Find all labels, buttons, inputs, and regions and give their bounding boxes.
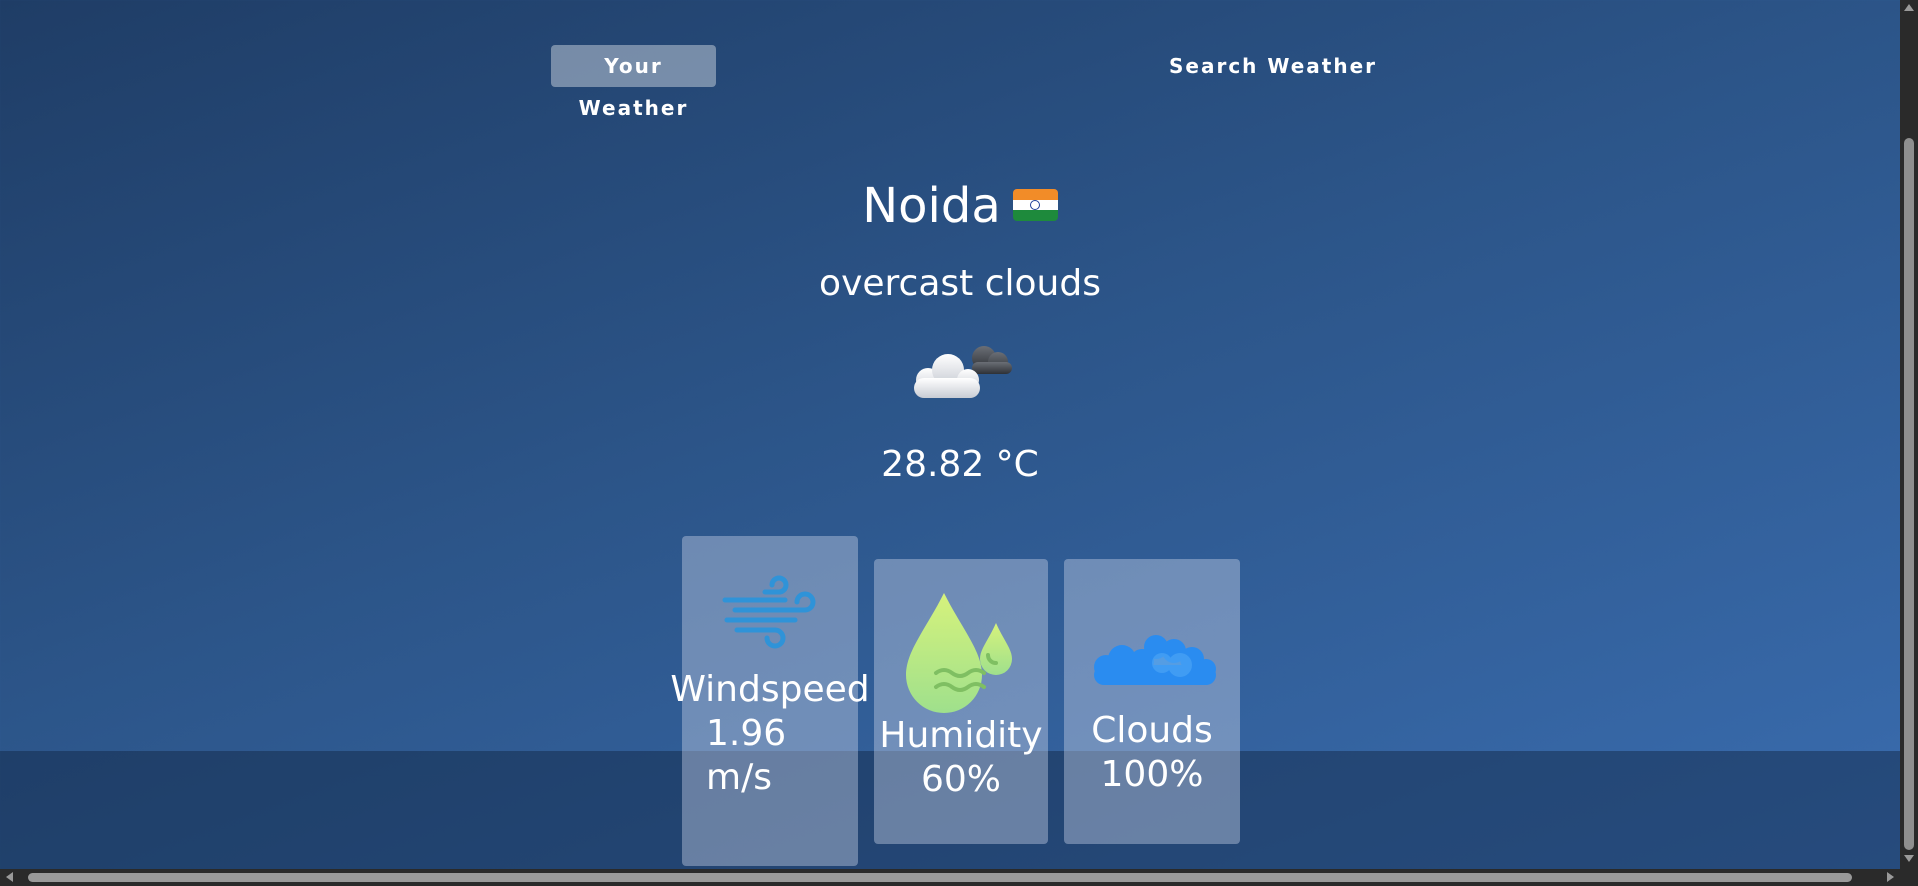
clouds-icon (1094, 635, 1216, 685)
city-heading: Noida (0, 178, 1918, 234)
horizontal-scroll-thumb[interactable] (28, 873, 1852, 882)
tab-bar: Your Weather Search Weather (0, 45, 1900, 120)
tab-your-weather[interactable]: Your Weather (551, 45, 716, 120)
humidity-icon (906, 593, 1012, 713)
tab-search-weather[interactable]: Search Weather (1157, 45, 1389, 87)
scroll-left-arrow[interactable] (6, 872, 13, 882)
humidity-card: Humidity 60% (874, 559, 1048, 844)
clouds-value: 100% (1100, 754, 1204, 795)
scroll-up-arrow[interactable] (1904, 4, 1914, 11)
cloud-icon (914, 346, 1012, 398)
vertical-scroll-thumb[interactable] (1904, 138, 1914, 850)
scroll-right-arrow[interactable] (1887, 872, 1894, 882)
vertical-scrollbar[interactable] (1900, 0, 1918, 869)
windspeed-unit: m/s (706, 757, 772, 798)
scroll-down-arrow[interactable] (1904, 855, 1914, 862)
weather-description: overcast clouds (819, 263, 1101, 304)
wind-icon (722, 575, 816, 649)
horizontal-scrollbar[interactable] (0, 869, 1918, 886)
windspeed-value: 1.96 (706, 713, 787, 754)
india-flag-icon (1012, 189, 1058, 221)
clouds-label: Clouds (1091, 710, 1213, 751)
windspeed-card: Windspeed 1.96 m/s (670, 536, 870, 866)
humidity-label: Humidity (879, 715, 1043, 756)
city-name: Noida (862, 178, 1001, 234)
temperature: 28.82 °C (881, 444, 1039, 485)
humidity-value: 60% (920, 759, 1001, 800)
clouds-card: Clouds 100% (1064, 559, 1240, 844)
windspeed-label: Windspeed (670, 669, 870, 710)
